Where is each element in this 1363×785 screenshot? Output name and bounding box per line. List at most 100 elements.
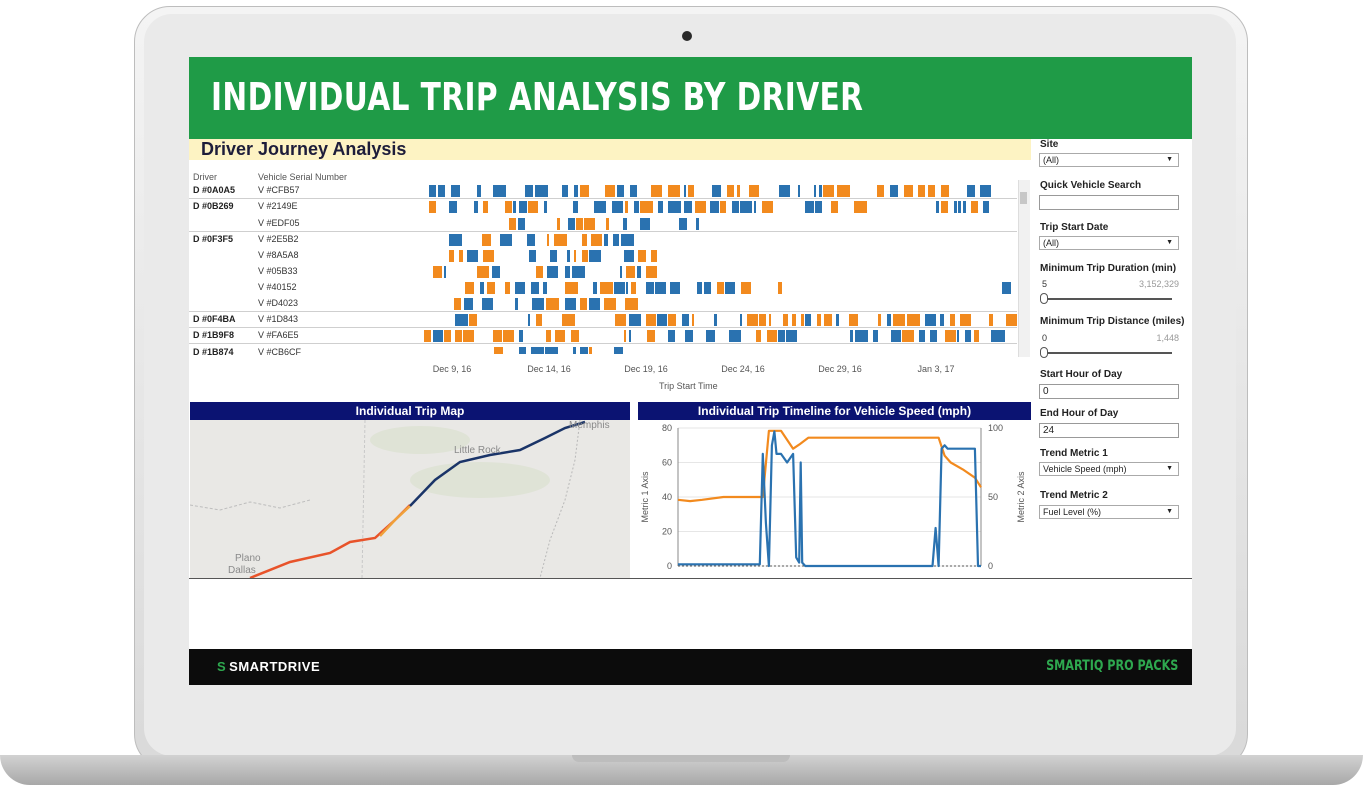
trip-bar[interactable] (890, 185, 898, 197)
trip-bar[interactable] (480, 282, 484, 294)
trip-bar[interactable] (640, 201, 653, 213)
trip-bar[interactable] (525, 185, 533, 197)
trip-bar[interactable] (798, 185, 800, 197)
trip-bar[interactable] (732, 201, 739, 213)
trip-bar[interactable] (555, 330, 565, 342)
trip-bar[interactable] (704, 282, 711, 294)
trip-bar[interactable] (519, 347, 526, 354)
trip-bar[interactable] (762, 201, 773, 213)
trip-bar[interactable] (989, 314, 993, 326)
trip-bar[interactable] (429, 201, 436, 213)
trip-bar[interactable] (717, 282, 724, 294)
trip-bar[interactable] (836, 314, 839, 326)
trip-bar[interactable] (593, 282, 597, 294)
trip-bar[interactable] (469, 314, 477, 326)
trip-bar[interactable] (589, 298, 600, 310)
trip-bar[interactable] (574, 250, 576, 262)
trip-bar[interactable] (580, 298, 587, 310)
trip-bar[interactable] (617, 185, 624, 197)
trip-bar[interactable] (626, 266, 635, 278)
min-trip-distance-slider[interactable] (1044, 352, 1172, 354)
trip-bar[interactable] (554, 234, 567, 246)
trip-bar[interactable] (1006, 314, 1017, 326)
trip-bar[interactable] (584, 218, 595, 230)
trip-bar[interactable] (429, 185, 436, 197)
trip-bar[interactable] (958, 201, 961, 213)
trip-bar[interactable] (451, 185, 460, 197)
gantt-scrollbar[interactable] (1018, 180, 1030, 357)
trip-bar[interactable] (640, 218, 650, 230)
trip-bar[interactable] (637, 266, 641, 278)
trip-bar[interactable] (954, 201, 957, 213)
trip-bar[interactable] (940, 314, 944, 326)
trip-bar[interactable] (535, 185, 548, 197)
trip-bar[interactable] (545, 347, 558, 354)
trip-bar[interactable] (565, 282, 578, 294)
trip-bar[interactable] (604, 298, 616, 310)
speed-timeline-chart[interactable]: 80 60 40 20 0 100 50 0 Metric 1 Axis Metric 2 Axi… (636, 420, 1031, 578)
trip-bar[interactable] (769, 314, 771, 326)
trip-bar[interactable] (741, 282, 751, 294)
trip-bar[interactable] (630, 185, 637, 197)
trip-bar[interactable] (629, 330, 631, 342)
trip-bar[interactable] (685, 330, 693, 342)
trip-bar[interactable] (529, 250, 536, 262)
trip-bar[interactable] (778, 282, 782, 294)
trip-bar[interactable] (631, 282, 636, 294)
trip-bar[interactable] (980, 185, 991, 197)
trip-bar[interactable] (710, 201, 719, 213)
trip-bar[interactable] (928, 185, 935, 197)
trip-bar[interactable] (727, 185, 734, 197)
trip-bar[interactable] (614, 347, 623, 354)
trip-bar[interactable] (646, 282, 654, 294)
trip-bar[interactable] (729, 330, 741, 342)
trip-bar[interactable] (747, 314, 758, 326)
start-hour-input[interactable]: 0 (1039, 384, 1179, 399)
trend-metric-2-dropdown[interactable]: Fuel Level (%) ▼ (1039, 505, 1179, 519)
trip-bar[interactable] (557, 218, 560, 230)
trip-bar[interactable] (679, 218, 687, 230)
trip-bar[interactable] (455, 314, 468, 326)
trip-bar[interactable] (547, 266, 558, 278)
trip-map[interactable]: Memphis Little Rock Plano Dallas (190, 420, 630, 578)
trip-bar[interactable] (850, 330, 853, 342)
trip-bar[interactable] (424, 330, 431, 342)
trip-bar[interactable] (565, 298, 576, 310)
trip-bar[interactable] (477, 266, 489, 278)
trip-bar[interactable] (629, 314, 641, 326)
trip-bar[interactable] (449, 250, 454, 262)
trip-bar[interactable] (467, 250, 478, 262)
trip-bar[interactable] (907, 314, 920, 326)
trip-bar[interactable] (996, 330, 1005, 342)
trip-bar[interactable] (571, 330, 579, 342)
trip-bar[interactable] (740, 314, 742, 326)
min-trip-distance-slider-handle[interactable] (1040, 347, 1048, 358)
trip-bar[interactable] (589, 347, 592, 354)
trip-bar[interactable] (749, 185, 759, 197)
trip-bar[interactable] (505, 282, 510, 294)
trip-bar[interactable] (824, 314, 832, 326)
trip-bar[interactable] (837, 185, 850, 197)
trip-bar[interactable] (792, 314, 796, 326)
trip-bar[interactable] (626, 282, 628, 294)
trip-bar[interactable] (767, 330, 777, 342)
trip-bar[interactable] (482, 298, 493, 310)
trip-bar[interactable] (623, 218, 627, 230)
trip-bar[interactable] (621, 234, 634, 246)
trip-bar[interactable] (576, 218, 583, 230)
trip-bar[interactable] (658, 201, 663, 213)
trip-bar[interactable] (536, 266, 543, 278)
trip-bar[interactable] (651, 185, 662, 197)
trip-bar[interactable] (582, 250, 588, 262)
trip-bar[interactable] (444, 330, 451, 342)
trip-bar[interactable] (493, 330, 502, 342)
trip-bar[interactable] (936, 201, 939, 213)
trip-bar[interactable] (805, 314, 811, 326)
trip-bar[interactable] (515, 282, 525, 294)
trip-bar[interactable] (574, 185, 578, 197)
trip-bar[interactable] (605, 185, 615, 197)
trip-bar[interactable] (614, 282, 625, 294)
trip-bar[interactable] (941, 185, 949, 197)
trip-bar[interactable] (531, 282, 539, 294)
trend-metric-1-dropdown[interactable]: Vehicle Speed (mph) ▼ (1039, 462, 1179, 476)
